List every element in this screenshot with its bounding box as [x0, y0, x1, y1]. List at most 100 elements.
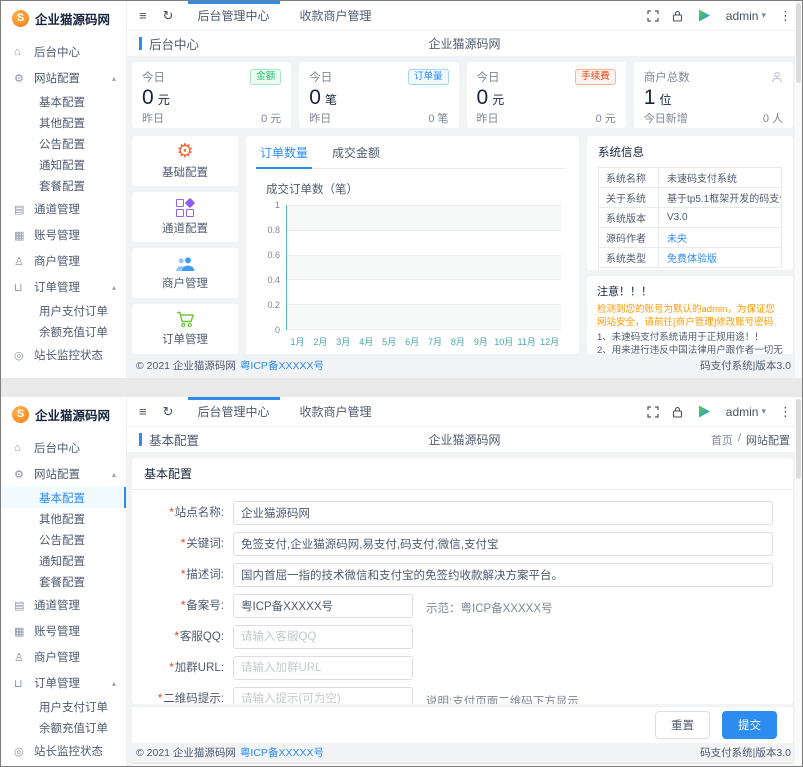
edition-link[interactable]: 免费体验版: [659, 248, 781, 267]
sidebar-item-package-config[interactable]: 套餐配置: [1, 175, 126, 196]
tab-order-count[interactable]: 订单数量: [260, 144, 308, 168]
tab-merchant-management[interactable]: 收款商户管理: [300, 397, 372, 426]
site-name-center: 企业猫源码网: [127, 35, 802, 52]
sidebar-item-announcement-config[interactable]: 公告配置: [1, 133, 126, 154]
collapse-menu-icon[interactable]: ≡: [139, 404, 147, 419]
service-qq-input[interactable]: [233, 625, 413, 649]
sidebar-item-user-pay-orders[interactable]: 用户支付订单: [1, 300, 126, 321]
sidebar-item-channel-management[interactable]: ▤通道管理: [1, 196, 126, 222]
sidebar-menu: ⌂后台中心⚙网站配置▴基本配置其他配置公告配置通知配置套餐配置▤通道管理▦账号管…: [1, 35, 126, 368]
dashboard-content: 今日金额 0元 昨日0 元 今日订单量 0笔 昨日0 笔 今日手续费 0元 昨日…: [127, 56, 802, 378]
system-info-panel: 系统信息 系统名称未速码支付系统 关于系统基于tp5.1框架开发的码支付 系统版…: [587, 136, 793, 270]
x-axis-label: 5月: [378, 330, 401, 348]
sidebar-item-package-config[interactable]: 套餐配置: [1, 571, 126, 592]
quick-channel-config[interactable]: 通道配置: [132, 192, 238, 242]
sidebar-item-label: 基本配置: [39, 490, 85, 506]
sidebar-item-user-pay-orders[interactable]: 用户支付订单: [1, 696, 126, 717]
chevron-up-icon: ▴: [112, 470, 116, 479]
stat-card-orders: 今日订单量 0笔 昨日0 笔: [299, 62, 458, 128]
form-row: *加群URL:: [148, 656, 777, 680]
stat-foot-value: 0 元: [596, 110, 616, 126]
avatar[interactable]: [696, 7, 713, 24]
tab-admin-center[interactable]: 后台管理中心: [198, 397, 270, 426]
breadcrumb-home-link[interactable]: 首页: [711, 432, 733, 448]
user-menu[interactable]: admin ▾: [726, 405, 766, 419]
stat-title: 商户总数: [644, 69, 690, 85]
sidebar-item-merchant-management[interactable]: ♙商户管理: [1, 248, 126, 274]
description-input[interactable]: [233, 563, 773, 587]
sidebar-item-account-management[interactable]: ▦账号管理: [1, 618, 126, 644]
scrollbar[interactable]: [795, 1, 802, 378]
more-icon[interactable]: ⋮: [779, 8, 792, 24]
more-icon[interactable]: ⋮: [779, 404, 792, 420]
quick-merchant-management[interactable]: 商户管理: [132, 248, 238, 298]
sidebar-item-order-management[interactable]: ⊔订单管理▴: [1, 274, 126, 300]
sidebar-item-basic-config[interactable]: 基本配置: [1, 487, 126, 508]
submit-button[interactable]: 提交: [722, 711, 777, 739]
sidebar-item-other-config[interactable]: 其他配置: [1, 508, 126, 529]
sidebar-item-label: 后台中心: [34, 44, 80, 60]
user-menu[interactable]: admin ▾: [726, 9, 766, 23]
sidebar-item-notify-config[interactable]: 通知配置: [1, 550, 126, 571]
sidebar-item-label: 站长监控状态: [34, 743, 103, 759]
sidebar-item-admin-center[interactable]: ⌂后台中心: [1, 435, 126, 461]
sidebar-item-announcement-config[interactable]: 公告配置: [1, 529, 126, 550]
page-footer: © 2021 企业猫源码网粤ICP备XXXXX号 码支付系统|版本3.0: [132, 354, 793, 378]
clock-icon: ◎: [14, 745, 34, 758]
brand-logo[interactable]: S 企业猫源码网: [1, 1, 126, 35]
sidebar-item-label: 通知配置: [39, 553, 85, 569]
page-title: 后台中心: [139, 34, 199, 53]
sidebar-item-other-config[interactable]: 其他配置: [1, 112, 126, 133]
home-icon: ⌂: [14, 442, 34, 454]
sidebar-item-monitor-status[interactable]: ◎站长监控状态: [1, 738, 126, 764]
sidebar-item-merchant-management[interactable]: ♙商户管理: [1, 644, 126, 670]
brand-logo[interactable]: S 企业猫源码网: [1, 397, 126, 431]
sidebar-item-account-management[interactable]: ▦账号管理: [1, 222, 126, 248]
card-icon: ▦: [14, 625, 34, 638]
tab-merchant-management[interactable]: 收款商户管理: [300, 1, 372, 30]
reset-button[interactable]: 重置: [655, 711, 710, 739]
sidebar-item-order-management[interactable]: ⊔订单管理▴: [1, 670, 126, 696]
refresh-icon[interactable]: ↻: [163, 404, 174, 420]
lock-icon[interactable]: [672, 10, 683, 22]
scrollbar-thumb[interactable]: [796, 3, 801, 83]
sidebar-item-notify-config[interactable]: 通知配置: [1, 154, 126, 175]
tab-transaction-amount[interactable]: 成交金额: [332, 144, 380, 168]
sidebar-item-site-config[interactable]: ⚙网站配置▴: [1, 65, 126, 91]
lock-icon[interactable]: [672, 406, 683, 418]
sidebar-item-channel-management[interactable]: ▤通道管理: [1, 592, 126, 618]
brand-logo-icon: S: [12, 406, 29, 423]
breadcrumb-bar: 基本配置 企业猫源码网 首页 / 网站配置: [127, 427, 802, 452]
sidebar-item-balance-recharge-orders[interactable]: 余额充值订单: [1, 321, 126, 342]
icp-link[interactable]: 粤ICP备XXXXX号: [240, 360, 324, 372]
top-navbar: ≡ ↻ 后台管理中心 收款商户管理: [127, 397, 802, 427]
fullscreen-icon[interactable]: [647, 406, 659, 418]
sidebar-item-site-config[interactable]: ⚙网站配置▴: [1, 461, 126, 487]
tab-label: 后台管理中心: [198, 7, 270, 24]
author-link[interactable]: 未央: [659, 228, 781, 247]
icp-link[interactable]: 粤ICP备XXXXX号: [240, 747, 324, 759]
scrollbar[interactable]: [795, 397, 802, 766]
group-url-input[interactable]: [233, 656, 413, 680]
sidebar-item-basic-config[interactable]: 基本配置: [1, 91, 126, 112]
collapse-menu-icon[interactable]: ≡: [139, 8, 147, 23]
quick-order-management[interactable]: 订单管理: [132, 304, 238, 354]
sidebar-item-admin-center[interactable]: ⌂后台中心: [1, 39, 126, 65]
refresh-icon[interactable]: ↻: [163, 8, 174, 24]
sidebar-item-monitor-status[interactable]: ◎站长监控状态: [1, 342, 126, 368]
tab-admin-center[interactable]: 后台管理中心: [198, 1, 270, 30]
scrollbar-thumb[interactable]: [796, 399, 801, 479]
system-info-table: 系统名称未速码支付系统 关于系统基于tp5.1框架开发的码支付 系统版本V3.0…: [598, 167, 782, 268]
keywords-input[interactable]: [233, 532, 773, 556]
sidebar-item-label: 账号管理: [34, 623, 80, 639]
order-count-badge: 订单量: [408, 69, 449, 84]
fullscreen-icon[interactable]: [647, 10, 659, 22]
site-name-input[interactable]: [233, 501, 773, 525]
qrcode-tip-input[interactable]: [233, 687, 413, 704]
icp-number-input[interactable]: [233, 594, 413, 618]
avatar[interactable]: [696, 403, 713, 420]
sidebar-item-balance-recharge-orders[interactable]: 余额充值订单: [1, 717, 126, 738]
quick-basic-config[interactable]: ⚙ 基础配置: [132, 136, 238, 186]
main-area: ≡ ↻ 后台管理中心 收款商户管理: [127, 397, 802, 766]
stat-unit: 元: [158, 93, 170, 107]
